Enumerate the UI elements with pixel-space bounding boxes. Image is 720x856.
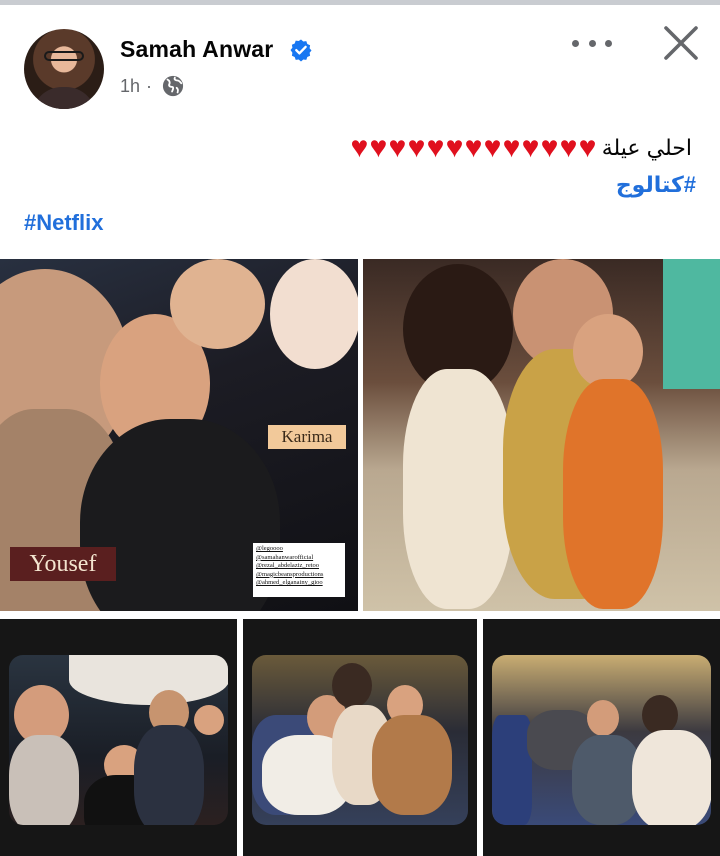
photo-frame	[252, 655, 468, 825]
post-photo-4[interactable]	[243, 619, 477, 856]
globe-icon[interactable]	[162, 75, 184, 97]
more-dot	[588, 39, 596, 47]
photo-frame	[9, 655, 228, 825]
credit-handle: @ahmed_elganainy_gioo	[256, 579, 323, 587]
label-karima: Karima	[268, 425, 346, 449]
credits-sticker: @legoooo @samahanwarofficial @rezal_abde…	[253, 543, 345, 597]
post-text-arabic: احلي عيلة	[601, 135, 692, 160]
more-dot	[605, 39, 612, 47]
post-photo-1[interactable]: Yousef Karima @legoooo @samahanwaroffici…	[0, 259, 358, 611]
verified-badge-icon	[290, 39, 312, 62]
post-photo-2[interactable]	[363, 259, 720, 611]
author-avatar[interactable]	[24, 29, 104, 109]
more-dot	[572, 39, 579, 47]
photo-person	[403, 369, 513, 609]
credit-handle: @legoooo	[256, 545, 283, 552]
photo-person	[642, 695, 678, 735]
photo-person	[632, 730, 711, 825]
label-yousef: Yousef	[10, 547, 116, 581]
photo-person	[134, 725, 204, 825]
credit-handle: @magicbeansproductions	[256, 570, 324, 578]
hashtag-netflix-link[interactable]: #Netflix	[24, 210, 103, 236]
photo-person	[270, 259, 358, 369]
post-meta: 1h ·	[120, 75, 184, 97]
post-time[interactable]: 1h	[120, 76, 140, 97]
photo-person	[170, 259, 265, 349]
photo-frame	[492, 655, 711, 825]
more-options-button[interactable]	[572, 30, 612, 56]
post-photo-5[interactable]	[483, 619, 720, 856]
photo-person	[372, 715, 452, 815]
avatar-glasses	[44, 51, 84, 61]
photo-person	[587, 700, 619, 736]
hashtag-arabic-link[interactable]: #كتالوج	[616, 172, 696, 198]
photo-person	[9, 735, 79, 825]
photo-person	[80, 419, 280, 611]
photo-person	[573, 314, 643, 389]
credit-handle: @rezal_abdelaziz_retoo	[256, 562, 320, 570]
photo-person	[194, 705, 224, 735]
photo-person	[563, 379, 663, 609]
credit-handle: @samahanwarofficial	[256, 553, 314, 561]
post-text-line: ♥♥♥♥♥♥♥♥♥♥♥♥♥ احلي عيلة	[351, 131, 692, 165]
avatar-shirt	[32, 87, 96, 109]
photo-seat	[492, 715, 532, 825]
photo-wall	[663, 259, 720, 389]
photo-tent	[69, 655, 228, 705]
author-name[interactable]: Samah Anwar	[120, 36, 273, 63]
close-icon[interactable]	[660, 22, 702, 64]
meta-separator: ·	[146, 75, 153, 96]
top-divider	[0, 0, 720, 5]
photo-person	[332, 663, 372, 708]
hearts-emoji: ♥♥♥♥♥♥♥♥♥♥♥♥♥	[350, 131, 598, 164]
post-photo-3[interactable]	[0, 619, 237, 856]
